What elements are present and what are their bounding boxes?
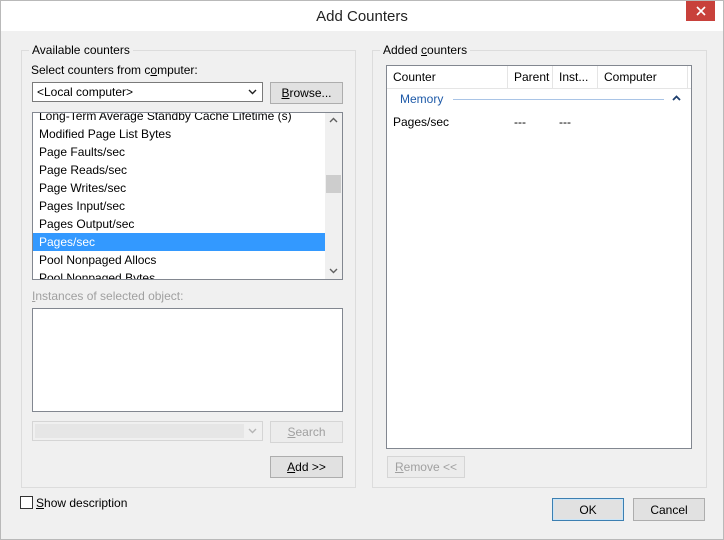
browse-button[interactable]: Browse... (270, 82, 343, 104)
column-header-instance[interactable]: Inst... (553, 66, 598, 88)
row-parent: --- (514, 115, 526, 129)
chevron-down-icon (248, 428, 257, 434)
scroll-down-icon[interactable] (329, 268, 338, 274)
row-instance: --- (559, 115, 571, 129)
add-button[interactable]: Add >> (270, 456, 343, 478)
counter-list-item[interactable]: Pages Input/sec (39, 197, 125, 215)
column-header-computer[interactable]: Computer (598, 66, 688, 88)
counter-list-scrollbar[interactable] (325, 113, 342, 279)
group-divider (453, 99, 664, 100)
remove-button[interactable]: Remove << (387, 456, 465, 478)
close-icon (695, 6, 706, 16)
close-button[interactable] (686, 1, 715, 21)
scroll-thumb[interactable] (326, 175, 341, 193)
row-counter: Pages/sec (393, 115, 450, 129)
counter-list-item[interactable]: Modified Page List Bytes (39, 125, 171, 143)
instances-label: Instances of selected object: (32, 289, 184, 303)
computer-select-value: <Local computer> (37, 85, 134, 99)
computer-select[interactable]: <Local computer> (32, 82, 263, 102)
add-counters-dialog: Add Counters Available counters Select c… (0, 0, 724, 540)
counter-list-item[interactable]: Long-Term Average Standby Cache Lifetime… (39, 113, 292, 125)
counter-list-item[interactable]: Pool Nonpaged Allocs (39, 251, 156, 269)
show-description-checkbox[interactable] (20, 496, 33, 509)
counter-list-item[interactable]: Pages/sec (33, 233, 325, 251)
column-header-parent[interactable]: Parent (508, 66, 553, 88)
instances-list[interactable] (32, 308, 343, 412)
title-bar: Add Counters (1, 1, 723, 31)
counter-list-item[interactable]: Page Reads/sec (39, 161, 127, 179)
search-button[interactable]: Search (270, 421, 343, 443)
instance-search-select[interactable] (32, 421, 263, 441)
chevron-up-icon[interactable] (672, 95, 681, 101)
ok-button[interactable]: OK (552, 498, 624, 521)
added-counters-list[interactable]: Counter Parent Inst... Computer Memory P… (386, 65, 692, 449)
counter-list-item[interactable]: Page Faults/sec (39, 143, 125, 161)
window-title: Add Counters (316, 8, 408, 25)
column-header-counter[interactable]: Counter (387, 66, 508, 88)
show-description-label[interactable]: Show description (36, 496, 127, 510)
select-computer-label: Select counters from computer: (31, 63, 198, 77)
counter-list-item[interactable]: Pages Output/sec (39, 215, 134, 233)
counter-list-item[interactable]: Page Writes/sec (39, 179, 126, 197)
counter-list[interactable]: Long-Term Average Standby Cache Lifetime… (32, 112, 343, 280)
chevron-down-icon (248, 89, 257, 95)
counter-list-item[interactable]: Pool Nonpaged Bytes (39, 269, 155, 279)
added-counters-label: Added counters (380, 43, 471, 57)
cancel-button[interactable]: Cancel (633, 498, 705, 521)
group-header-memory[interactable]: Memory (400, 92, 443, 106)
scroll-up-icon[interactable] (329, 117, 338, 123)
available-counters-label: Available counters (29, 43, 133, 57)
